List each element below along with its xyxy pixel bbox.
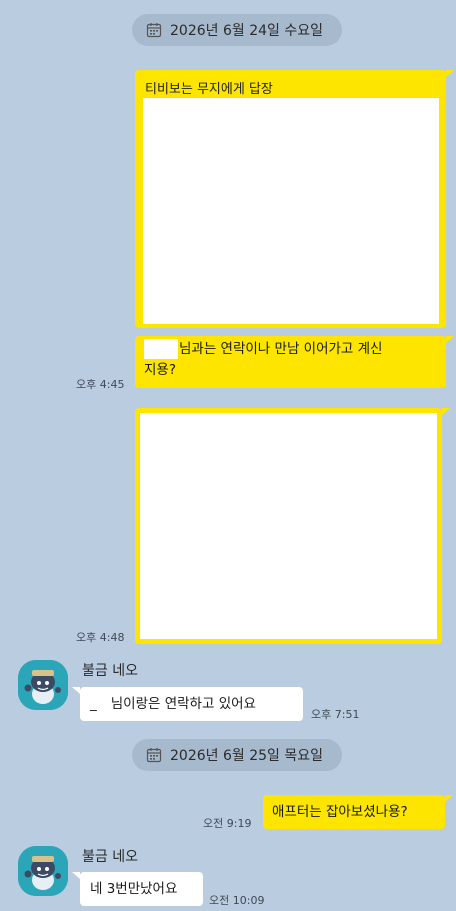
sender-name: 불금 네오	[82, 849, 138, 865]
bubble-tail	[446, 70, 454, 77]
message-time: 오후 4:45	[76, 378, 125, 391]
my-message-bubble[interactable]: 님과는 연락이나 만남 이어가고 계신 지용?	[135, 336, 446, 388]
message-text: 네 3번만났어요	[90, 881, 178, 897]
avatar[interactable]	[18, 846, 68, 896]
avatar[interactable]	[18, 660, 68, 710]
reply-title: 티비보는 무지에게 답장	[145, 82, 273, 97]
message-time: 오후 7:51	[311, 708, 360, 721]
date-label: 2026년 6월 25일 목요일	[170, 748, 323, 764]
neo-avatar-icon	[18, 660, 68, 710]
date-divider: 2026년 6월 24일 수요일	[132, 14, 342, 46]
bubble-tail	[445, 795, 453, 802]
calendar-icon	[146, 748, 162, 763]
message-text: 애프터는 잡아보셨나용?	[272, 804, 408, 820]
my-message-bubble[interactable]: 애프터는 잡아보셨나용?	[263, 795, 445, 829]
their-message-bubble[interactable]: 네 3번만났어요	[80, 872, 203, 906]
sender-name: 불금 네오	[82, 663, 138, 679]
image-placeholder[interactable]	[140, 413, 437, 639]
message-text: 님과는 연락이나 만남 이어가고 계신	[179, 341, 383, 357]
message-time: 오전 9:19	[203, 817, 252, 830]
image-placeholder[interactable]	[143, 98, 439, 324]
redacted-name	[144, 339, 178, 359]
bubble-tail	[446, 336, 454, 343]
image-message[interactable]	[135, 408, 442, 644]
message-text-cont: 지용?	[144, 362, 177, 378]
date-label: 2026년 6월 24일 수요일	[170, 23, 323, 39]
bubble-tail	[442, 408, 450, 415]
message-text: 님이랑은 연락하고 있어요	[110, 696, 256, 712]
reply-image-message[interactable]: 티비보는 무지에게 답장	[135, 70, 446, 328]
message-prefix: _	[90, 696, 97, 712]
message-time: 오전 10:09	[209, 894, 265, 907]
bubble-tail	[72, 872, 80, 879]
their-message-bubble[interactable]: _ 님이랑은 연락하고 있어요	[80, 687, 303, 721]
bubble-tail	[72, 687, 80, 694]
message-line: 님과는 연락이나 만남 이어가고 계신	[144, 339, 437, 360]
message-time: 오후 4:48	[76, 631, 125, 644]
neo-avatar-icon	[18, 846, 68, 896]
calendar-icon	[146, 23, 162, 38]
date-divider: 2026년 6월 25일 목요일	[132, 739, 342, 771]
